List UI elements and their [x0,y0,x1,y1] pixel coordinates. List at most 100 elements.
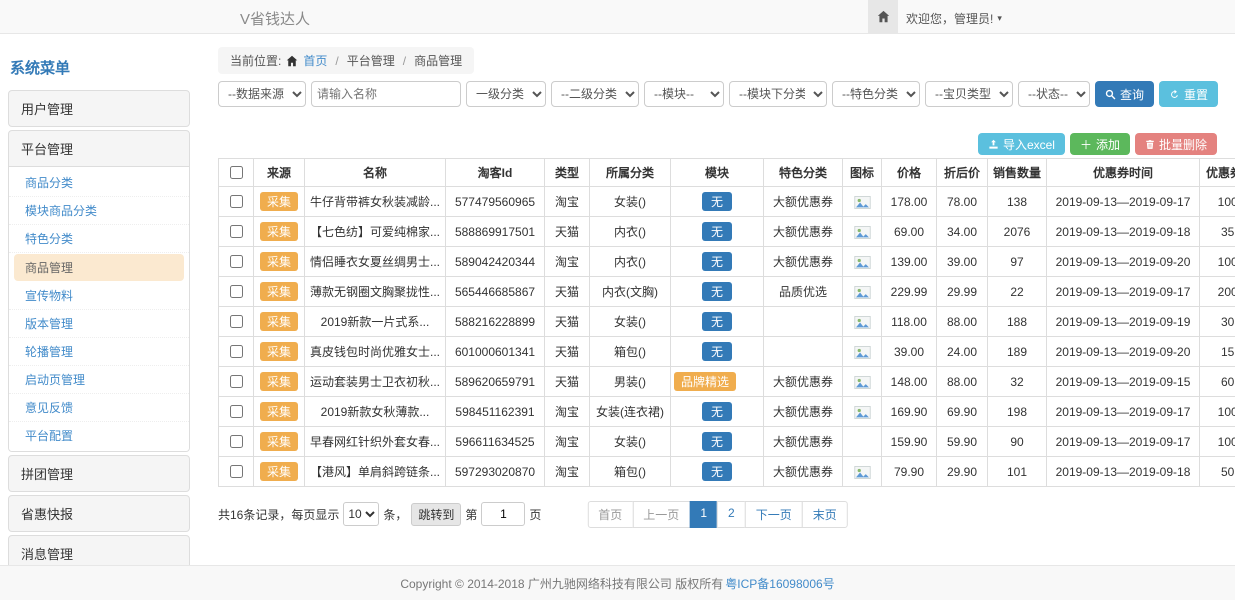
reset-button[interactable]: 重置 [1159,81,1218,107]
pager-item[interactable]: 上一页 [632,501,690,528]
coupon-time-cell: 2019-09-13—2019-09-19 [1047,307,1200,337]
icon-cell [843,217,882,247]
toolbar: 导入excel ＋ 添加 批量删除 [218,133,1217,155]
sidebar-group-header[interactable]: 用户管理 [9,91,189,126]
home-button[interactable] [868,0,898,33]
sales-cell: 138 [988,187,1047,217]
status-select[interactable]: --状态-- [1018,81,1090,107]
sidebar-item[interactable]: 商品管理 [14,254,184,281]
table-row: 采集【七色纺】可爱纯棉家...588869917501天猫内衣()无大额优惠券6… [219,217,1235,247]
sidebar-item[interactable]: 启动页管理 [9,366,189,394]
refresh-icon [1169,89,1180,100]
pager-item[interactable]: 首页 [587,501,633,528]
column-header-type: 类型 [545,159,590,187]
sidebar-item[interactable]: 意见反馈 [9,394,189,422]
coupon-amount-cell: 50.00 [1200,457,1235,487]
pager-item[interactable]: 1 [689,501,718,528]
pager-item[interactable]: 下一页 [745,501,803,528]
column-header-sales: 销售数量 [988,159,1047,187]
product-name-cell: 牛仔背带裤女秋装减龄... [305,187,446,217]
row-checkbox[interactable] [230,255,243,268]
row-checkbox[interactable] [230,405,243,418]
sidebar-item[interactable]: 模块商品分类 [9,197,189,225]
add-button-label: 添加 [1096,136,1120,153]
icon-cell [843,247,882,277]
product-thumbnail-icon [854,226,871,239]
batch-delete-button[interactable]: 批量删除 [1135,133,1217,155]
source-badge: 采集 [260,402,298,421]
product-thumbnail-icon [854,286,871,299]
coupon-time-cell: 2019-09-13—2019-09-17 [1047,427,1200,457]
coupon-amount-cell: 15.00 [1200,337,1235,367]
breadcrumb-separator: / [335,54,338,68]
category-cell: 内衣() [590,247,671,277]
taoke-id-cell: 588216228899 [446,307,545,337]
taoke-id-cell: 596611634525 [446,427,545,457]
row-checkbox[interactable] [230,225,243,238]
type-cell: 淘宝 [545,187,590,217]
sidebar-item[interactable]: 宣传物料 [9,282,189,310]
row-checkbox[interactable] [230,195,243,208]
special-category-cell: 大额优惠券 [764,397,843,427]
chevron-down-icon: ▾ [997,13,1002,24]
module-subcategory-select[interactable]: --模块下分类-- [729,81,827,107]
sidebar-group-header[interactable]: 省惠快报 [9,496,189,531]
row-checkbox[interactable] [230,465,243,478]
sidebar-group-header[interactable]: 平台管理 [9,131,189,166]
column-header-source: 来源 [254,159,305,187]
product-thumbnail-icon [854,256,871,269]
price-cell: 148.00 [882,367,937,397]
product-name-cell: 运动套装男士卫衣初秋... [305,367,446,397]
sidebar-item[interactable]: 平台配置 [9,422,189,449]
special-category-cell: 大额优惠券 [764,367,843,397]
sidebar-group-header[interactable]: 拼团管理 [9,456,189,491]
sidebar-item[interactable]: 特色分类 [9,225,189,253]
table-header-row: 来源名称淘客Id类型所属分类模块特色分类图标价格折后价销售数量优惠券时间优惠券金… [219,159,1235,187]
level1-category-select[interactable]: 一级分类 [466,81,546,107]
sidebar-item[interactable]: 版本管理 [9,310,189,338]
search-button[interactable]: 查询 [1095,81,1154,107]
row-checkbox[interactable] [230,315,243,328]
row-select-cell [219,457,254,487]
discount-price-cell: 59.90 [937,427,988,457]
icon-cell [843,457,882,487]
jump-page-input[interactable] [481,502,525,526]
module-select[interactable]: --模块-- [644,81,724,107]
source-select[interactable]: --数据来源-- [218,81,306,107]
coupon-time-cell: 2019-09-13—2019-09-20 [1047,337,1200,367]
icp-link[interactable]: 粤ICP备16098006号 [725,575,834,592]
table-row: 采集牛仔背带裤女秋装减龄...577479560965淘宝女装()无大额优惠券1… [219,187,1235,217]
per-page-select[interactable]: 10 [343,502,379,526]
sales-cell: 2076 [988,217,1047,247]
special-category-select[interactable]: --特色分类-- [832,81,920,107]
pager-item[interactable]: 末页 [802,501,848,528]
table-row: 采集情侣睡衣女夏丝绸男士...589042420344淘宝内衣()无大额优惠券1… [219,247,1235,277]
source-cell: 采集 [254,427,305,457]
breadcrumb-home-link[interactable]: 首页 [303,52,327,69]
name-input[interactable] [311,81,461,107]
add-button[interactable]: ＋ 添加 [1070,133,1130,155]
sidebar-group-header[interactable]: 消息管理 [9,536,189,565]
row-checkbox[interactable] [230,345,243,358]
import-excel-label: 导入excel [1003,136,1055,153]
sidebar-item[interactable]: 商品分类 [9,169,189,197]
user-menu[interactable]: 欢迎您，管理员! ▾ [906,10,1002,27]
copyright-text: Copyright © 2014-2018 广州九驰网络科技有限公司 版权所有 [400,575,723,592]
product-thumbnail-icon [854,316,871,329]
type-cell: 淘宝 [545,397,590,427]
row-checkbox[interactable] [230,375,243,388]
select-all-checkbox[interactable] [230,166,243,179]
category-cell: 内衣() [590,217,671,247]
jump-button[interactable]: 跳转到 [411,503,461,526]
row-checkbox[interactable] [230,435,243,448]
import-excel-button[interactable]: 导入excel [978,133,1065,155]
pager-item[interactable]: 2 [717,501,746,528]
row-checkbox[interactable] [230,285,243,298]
column-header-cat: 所属分类 [590,159,671,187]
source-badge: 采集 [260,432,298,451]
item-type-select[interactable]: --宝贝类型-- [925,81,1013,107]
sidebar-item[interactable]: 轮播管理 [9,338,189,366]
level2-category-select[interactable]: --二级分类-- [551,81,639,107]
price-cell: 39.00 [882,337,937,367]
table-row: 采集早春网红针织外套女春...596611634525淘宝女装()无大额优惠券1… [219,427,1235,457]
